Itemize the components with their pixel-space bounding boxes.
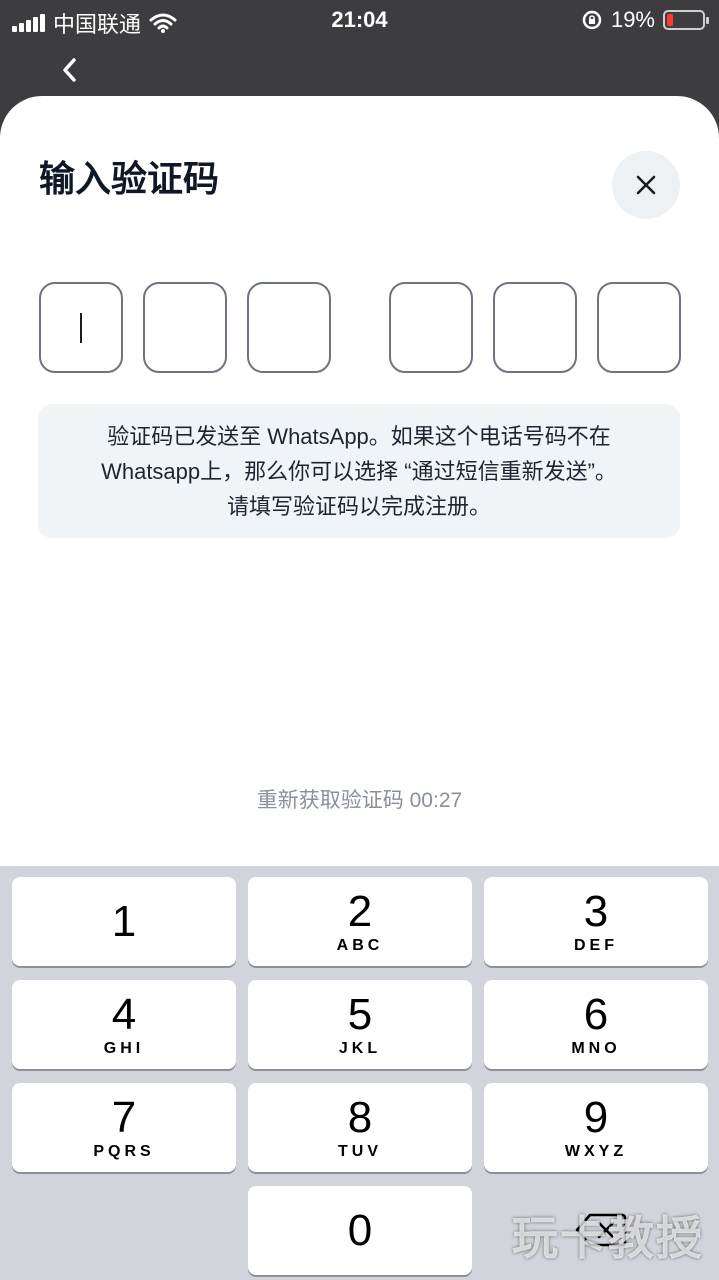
key-6[interactable]: 6 MNO (484, 980, 708, 1069)
rotation-lock-icon (582, 10, 602, 30)
key-1[interactable]: 1 (12, 877, 236, 966)
close-button[interactable] (612, 151, 680, 219)
key-number: 5 (347, 989, 373, 1039)
key-5[interactable]: 5 JKL (248, 980, 472, 1069)
info-line: 请填写验证码以完成注册。 (226, 493, 491, 519)
key-7[interactable]: 7 PQRS (12, 1083, 236, 1172)
chevron-left-icon (63, 58, 76, 82)
otp-digit-4[interactable] (389, 282, 473, 373)
key-number: 1 (111, 896, 137, 946)
key-9[interactable]: 9 WXYZ (484, 1083, 708, 1172)
key-letters: DEF (574, 936, 618, 954)
otp-digit-5[interactable] (493, 282, 577, 373)
resend-countdown: 重新获取验证码 00:27 (256, 789, 463, 812)
status-bar: 中国联通 21:04 19% (0, 0, 719, 40)
battery-percent: 19% (610, 7, 655, 32)
otp-digit-2[interactable] (143, 282, 227, 373)
close-icon (636, 175, 656, 195)
otp-digit-6[interactable] (597, 282, 681, 373)
otp-digit-1[interactable] (39, 282, 123, 373)
watermark-text: 玩卡教授 (512, 1212, 704, 1264)
key-letters: TUV (338, 1142, 382, 1160)
page-title: 输入验证码 (39, 158, 220, 199)
back-button[interactable] (44, 46, 96, 94)
key-2[interactable]: 2 ABC (248, 877, 472, 966)
key-letters: PQRS (93, 1142, 155, 1160)
key-number: 0 (347, 1205, 373, 1255)
key-number: 4 (111, 989, 137, 1039)
info-line: 验证码已发送至 WhatsApp。如果这个电话号码不在 (107, 423, 611, 449)
battery-level (667, 14, 673, 26)
text-cursor (80, 312, 82, 343)
key-number: 3 (583, 886, 609, 936)
key-number: 7 (111, 1092, 137, 1142)
key-letters: MNO (571, 1039, 621, 1057)
info-line: Whatsapp上，那么你可以选择 “通过短信重新发送”。 (101, 458, 617, 484)
battery-icon (663, 10, 709, 30)
key-number: 6 (583, 989, 609, 1039)
otp-digit-3[interactable] (247, 282, 331, 373)
key-number: 8 (347, 1092, 373, 1142)
key-0[interactable]: 0 (248, 1186, 472, 1275)
key-letters: JKL (338, 1039, 382, 1057)
key-letters: GHI (103, 1039, 145, 1057)
key-letters: ABC (336, 936, 384, 954)
key-number: 9 (583, 1092, 609, 1142)
key-number: 2 (347, 886, 373, 936)
key-3[interactable]: 3 DEF (484, 877, 708, 966)
status-right: 19% (581, 7, 709, 33)
info-box: 验证码已发送至 WhatsApp。如果这个电话号码不在 Whatsapp上，那么… (38, 404, 680, 538)
key-8[interactable]: 8 TUV (248, 1083, 472, 1172)
key-4[interactable]: 4 GHI (12, 980, 236, 1069)
key-letters: WXYZ (564, 1142, 628, 1160)
